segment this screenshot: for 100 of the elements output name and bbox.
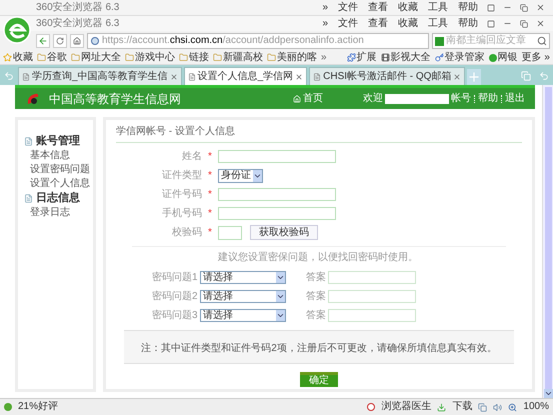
hint-text: 建议您设置密保问题，以便找回密码时使用。 (217, 250, 419, 265)
window-title: 360安全浏览器 6.3 (36, 16, 120, 31)
document-icon (24, 194, 33, 203)
help-link[interactable]: 帮助 (478, 91, 498, 106)
url-text: chsi.com.cn (170, 36, 223, 46)
scrollbar[interactable] (542, 85, 553, 398)
input-field[interactable] (218, 150, 336, 163)
window-title: 360安全浏览器 6.3 (36, 0, 120, 15)
input-field[interactable] (218, 207, 336, 220)
question-label: 密码问题2 (152, 290, 199, 304)
toolbar-item[interactable]: 网银 (488, 52, 518, 62)
sidebar-item[interactable]: 基本信息 (24, 149, 93, 163)
menu-item[interactable]: » (317, 2, 333, 12)
welcome-text: 欢迎 (363, 92, 383, 106)
zoom-level[interactable]: 100% (523, 402, 549, 412)
browser-doctor-link[interactable]: 浏览器医生 (381, 402, 432, 412)
browser-tab[interactable]: 设置个人信息_学信网 (184, 67, 308, 85)
close-icon[interactable] (536, 3, 545, 12)
dropdown[interactable]: 请选择 (200, 271, 286, 284)
required-mark: * (207, 207, 213, 221)
field-label: 手机号码 (161, 206, 202, 221)
sidebar-heading: 账号管理 (36, 134, 80, 150)
menu-item[interactable]: 查看 (363, 2, 393, 12)
restore-icon[interactable] (520, 20, 528, 28)
browser-tab[interactable]: 学历查询_中国高等教育学生信 (18, 67, 182, 85)
speaker-icon[interactable] (493, 402, 502, 412)
refresh-icon[interactable] (53, 34, 67, 48)
bookmark-item[interactable]: 网址大全 (71, 52, 121, 62)
menu-item[interactable]: 帮助 (453, 18, 483, 28)
scroll-down-icon[interactable] (544, 389, 552, 398)
download-link[interactable]: 下载 (452, 402, 472, 412)
dropdown[interactable]: 请选择 (200, 309, 286, 322)
dropdown[interactable]: 请选择 (200, 290, 286, 303)
logout-link[interactable]: 退出 (505, 91, 525, 106)
address-bar[interactable]: https://account.chsi.com.cn/account/addpersonalinfo.action (87, 33, 429, 49)
toolbar-item[interactable]: 扩展 (346, 52, 377, 62)
more-bookmarks[interactable]: » (321, 52, 327, 62)
site-name: 中国高等教育学生信息网 (49, 90, 181, 108)
url-text: /account/addpersonalinfo.action (222, 36, 364, 46)
answer-field[interactable] (328, 271, 416, 284)
bookmark-icon (179, 53, 188, 62)
home-icon[interactable] (70, 34, 84, 48)
menu-item[interactable]: 收藏 (393, 18, 423, 28)
home-link[interactable]: 首页 (303, 91, 323, 106)
close-tab-icon[interactable] (295, 72, 304, 80)
bookmark-item[interactable]: 新疆高校 (213, 52, 263, 62)
bookmark-item[interactable]: 游戏中心 (125, 52, 175, 62)
toolbar-item[interactable]: 登录管家 (434, 52, 485, 62)
answer-label: 答案 (306, 308, 327, 323)
toolbar-item[interactable]: 影视大全 (380, 52, 431, 62)
close-tab-icon[interactable] (453, 72, 462, 80)
page-icon (313, 72, 322, 80)
field-label: 证件号码 (161, 188, 202, 202)
bookmark-item[interactable]: 美丽的喀 (267, 52, 317, 62)
menu-item[interactable]: 文件 (333, 18, 363, 28)
question-label: 密码问题1 (152, 270, 199, 285)
sidebar-item[interactable]: 设置密码问题 (24, 163, 93, 177)
search-icon[interactable] (537, 36, 547, 46)
browser-tab[interactable]: CHSI帐号激活邮件 - QQ邮箱 (309, 67, 466, 85)
sidebar-item[interactable]: 设置个人信息 (24, 177, 93, 191)
bookmark-item[interactable]: 链接 (179, 52, 209, 62)
get-code-button[interactable]: 获取校验码 (250, 225, 318, 240)
back-icon[interactable] (36, 34, 50, 48)
menu-item[interactable]: 工具 (423, 18, 453, 28)
input-field[interactable] (218, 188, 336, 201)
bookmark-icon (71, 53, 80, 62)
menu-item[interactable]: 帮助 (453, 2, 483, 12)
menu-item[interactable]: 收藏 (393, 2, 423, 12)
confirm-button[interactable]: 确定 (300, 372, 338, 387)
menu-item[interactable]: 查看 (363, 18, 393, 28)
dropdown[interactable]: 身份证 (218, 168, 263, 182)
menu-item[interactable]: 工具 (423, 2, 453, 12)
tab-title: CHSI帐号激活邮件 - QQ邮箱 (323, 72, 452, 82)
field-label: 校验码 (171, 226, 202, 240)
page-icon (188, 72, 196, 80)
field-label: 姓名 (181, 150, 202, 164)
bookmark-item[interactable]: 收藏 (3, 52, 33, 62)
sidebar-item[interactable]: 登录日志 (24, 206, 93, 220)
menu-item[interactable]: » (317, 18, 333, 28)
required-mark: * (207, 150, 213, 164)
sidebar-toggle-icon[interactable] (4, 71, 14, 81)
menu-item[interactable]: 文件 (333, 2, 363, 12)
restore-icon[interactable] (520, 4, 528, 12)
close-icon[interactable] (536, 19, 545, 28)
bookmark-icon (213, 53, 222, 62)
bookmark-icon (37, 53, 46, 62)
answer-field[interactable] (328, 309, 416, 322)
bookmark-item[interactable]: 谷歌 (37, 52, 67, 62)
page-icon (22, 72, 30, 80)
account-link[interactable]: 帐号 (451, 91, 471, 106)
windows-icon[interactable] (478, 402, 488, 412)
answer-field[interactable] (328, 290, 416, 303)
redaction-bar (385, 94, 449, 104)
tab-title: 设置个人信息_学信网 (198, 72, 294, 82)
close-tab-icon[interactable] (170, 72, 178, 80)
puzzle-icon (346, 53, 356, 62)
required-mark: * (207, 169, 213, 183)
more-menu[interactable]: 更多 » (522, 52, 550, 62)
input-field[interactable] (218, 226, 242, 240)
answer-label: 答案 (306, 290, 327, 304)
